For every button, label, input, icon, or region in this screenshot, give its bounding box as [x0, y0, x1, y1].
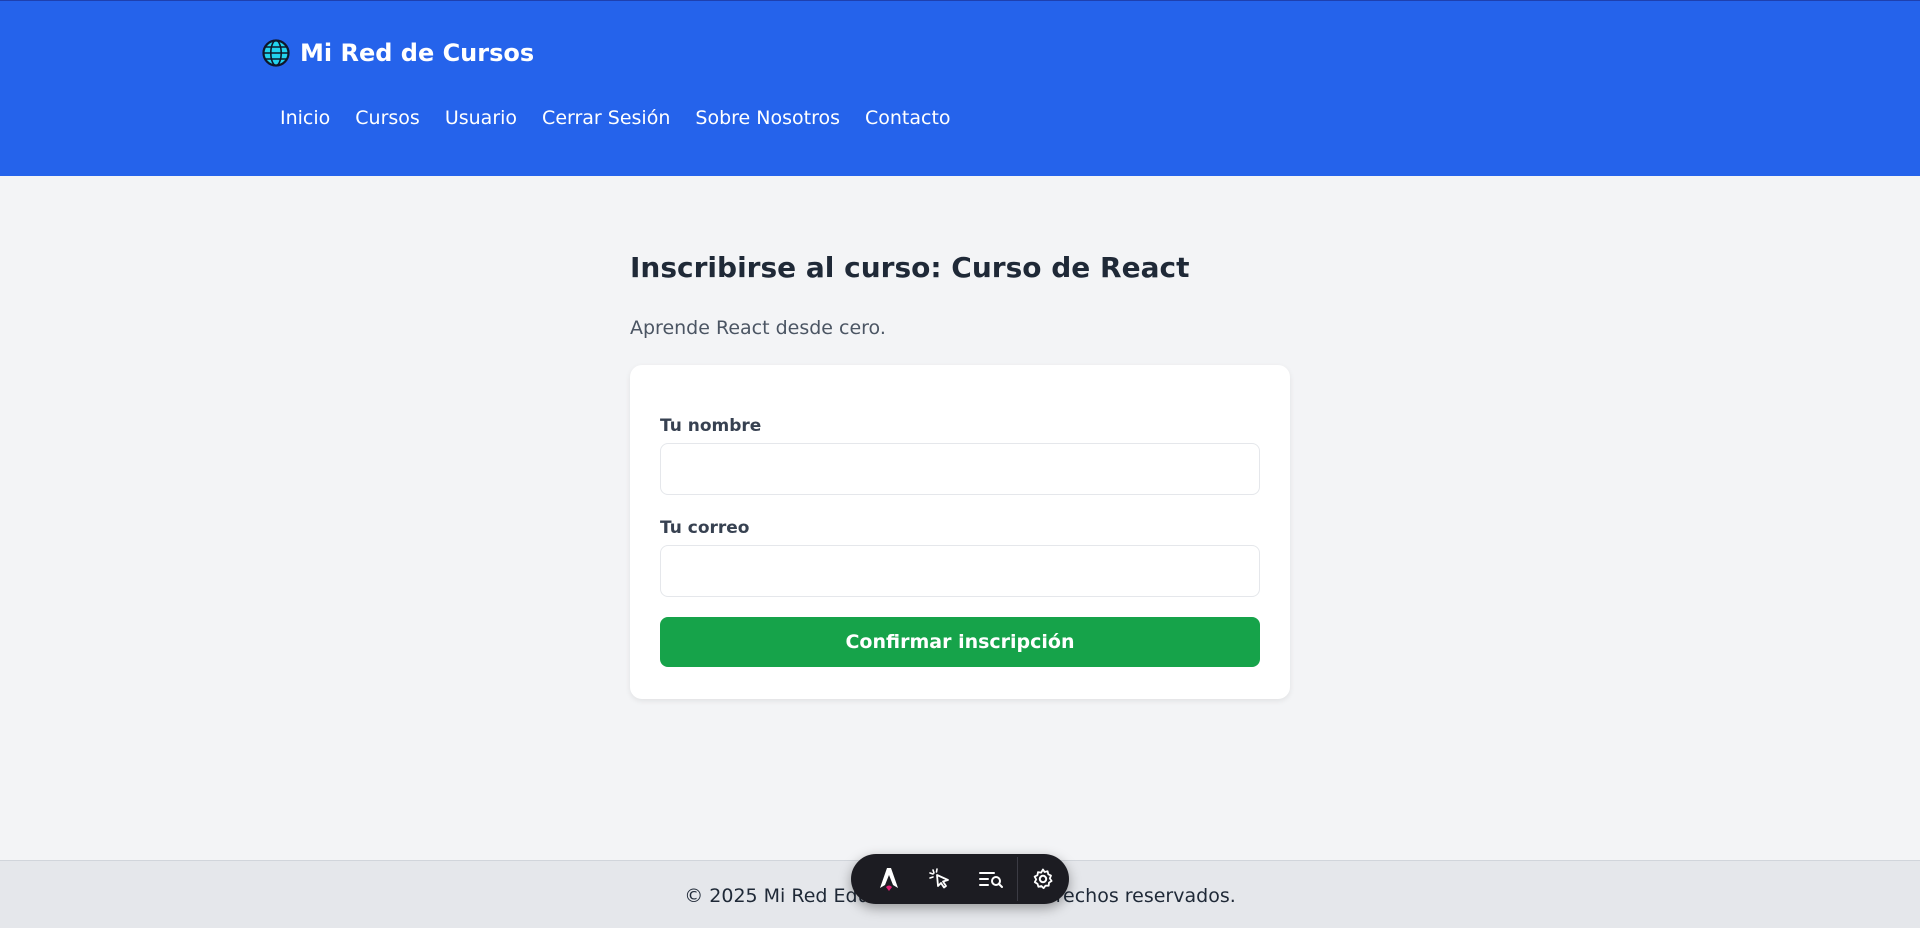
audit-icon: [979, 872, 1004, 888]
nav-usuario[interactable]: Usuario: [445, 105, 517, 131]
brand-title: Mi Red de Cursos: [300, 39, 535, 67]
nav-inicio[interactable]: Inicio: [280, 105, 330, 131]
settings-button[interactable]: [1018, 854, 1069, 904]
main-nav: Inicio Cursos Usuario Cerrar Sesión Sobr…: [280, 105, 976, 131]
nav-sobre-nosotros[interactable]: Sobre Nosotros: [695, 105, 840, 131]
enrollment-form: Tu nombre Tu correo Confirmar inscripció…: [630, 365, 1290, 699]
email-label: Tu correo: [660, 518, 750, 538]
nav-cerrar-sesion[interactable]: Cerrar Sesión: [542, 105, 670, 131]
dev-toolbar: [851, 854, 1069, 904]
globe-icon: [262, 39, 290, 67]
settings-gear-icon: [1034, 868, 1053, 890]
course-description: Aprende React desde cero.: [630, 317, 886, 339]
brand-link[interactable]: Mi Red de Cursos: [262, 39, 534, 67]
email-input[interactable]: [660, 545, 1260, 597]
site-header: Mi Red de Cursos Inicio Cursos Usuario C…: [0, 0, 1920, 176]
nav-contacto[interactable]: Contacto: [865, 105, 951, 131]
inspect-button[interactable]: [914, 854, 965, 904]
nav-cursos[interactable]: Cursos: [355, 105, 420, 131]
astro-logo-button[interactable]: [863, 854, 914, 904]
astro-logo-icon: [879, 868, 898, 891]
audit-button[interactable]: [966, 854, 1017, 904]
inspect-cursor-icon: [929, 868, 949, 889]
enrollment-section: Inscribirse al curso: Curso de React Apr…: [630, 240, 1290, 699]
name-label: Tu nombre: [660, 416, 762, 436]
page-title: Inscribirse al curso: Curso de React: [630, 251, 1190, 284]
name-input[interactable]: [660, 443, 1260, 495]
confirm-enrollment-button[interactable]: Confirmar inscripción: [660, 617, 1260, 667]
